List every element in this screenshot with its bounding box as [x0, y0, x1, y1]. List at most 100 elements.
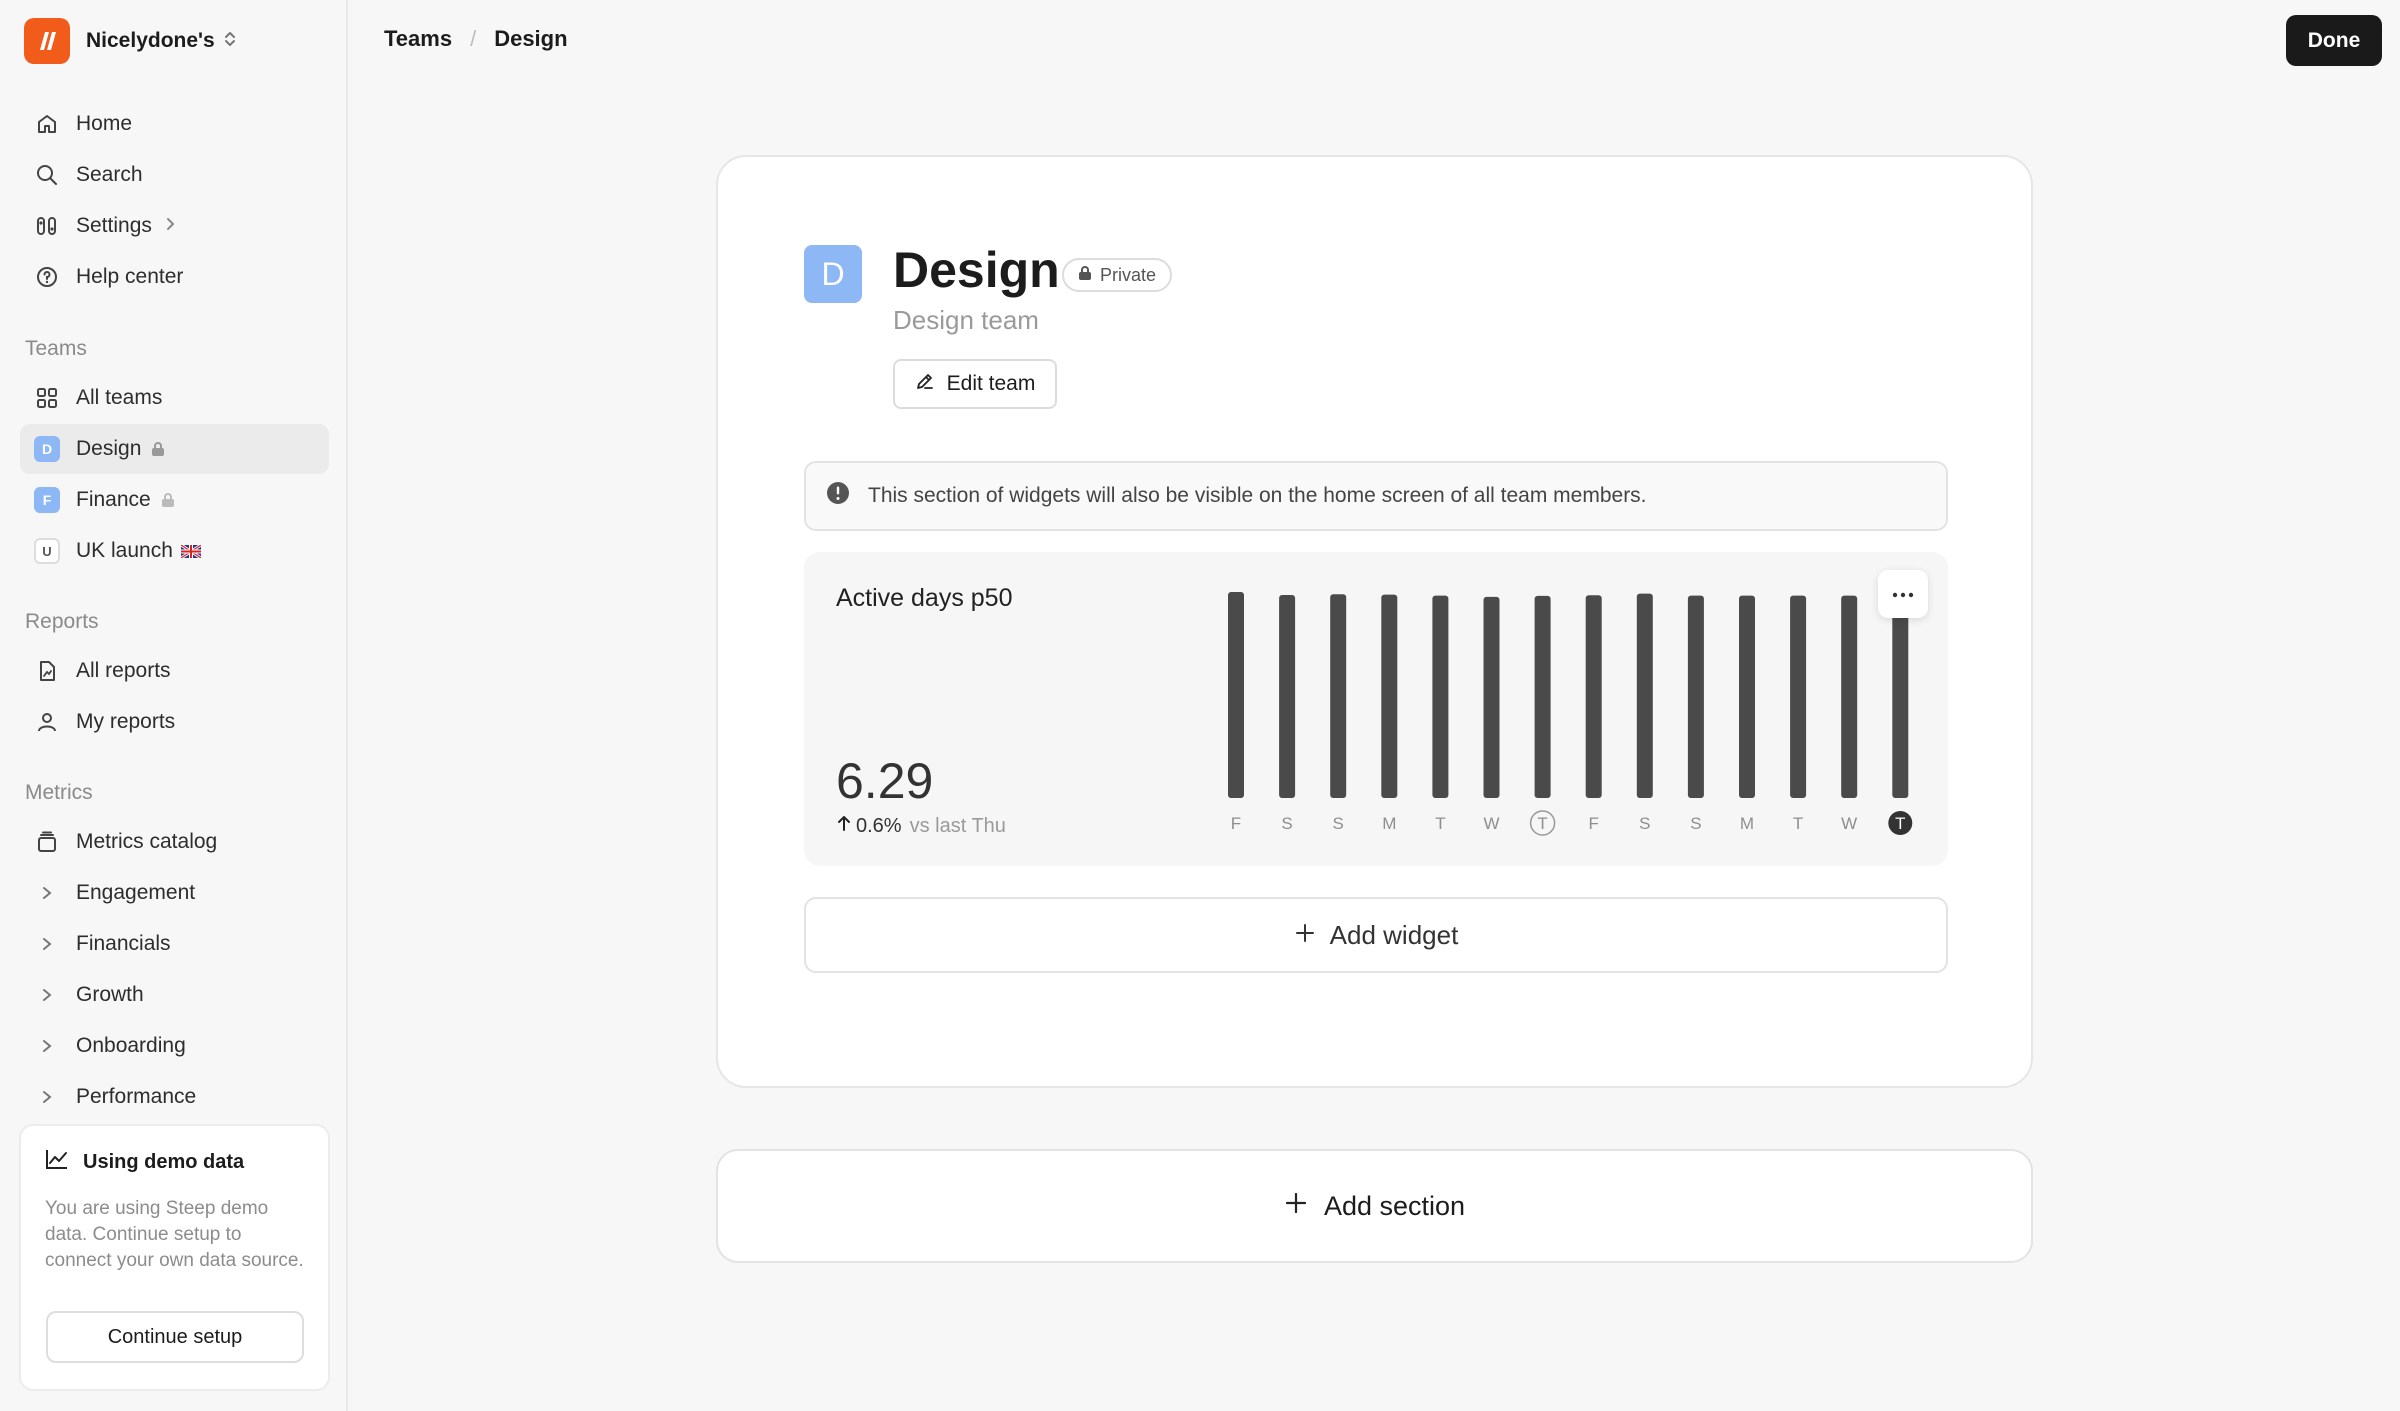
widget-title: Active days p50 [836, 584, 1013, 612]
metric-widget[interactable]: Active days p50 6.29 0.6% vs last Thu F S… [804, 552, 1948, 866]
demo-data-card: Using demo data You are using Steep demo… [19, 1124, 330, 1391]
chevron-right-icon [34, 1033, 60, 1059]
chart-x-tick-label: S [1639, 814, 1650, 833]
sidebar-item-growth[interactable]: Growth [20, 970, 329, 1020]
sidebar-item-label: Financials [76, 932, 171, 955]
user-icon [34, 709, 60, 735]
sidebar-item-label: Metrics catalog [76, 830, 218, 853]
demo-description: You are using Steep demo data. Continue … [45, 1198, 304, 1271]
widget-delta: 0.6% vs last Thu [836, 814, 1006, 838]
bar-chart: FSSMTWTFSSMTWT [1228, 592, 1913, 836]
add-section-button[interactable]: Add section [716, 1149, 2033, 1263]
sidebar-item-label: All reports [76, 659, 171, 682]
chevron-right-icon [34, 982, 60, 1008]
team-badge-container: D [34, 436, 60, 462]
nav-home-label: Home [76, 112, 133, 135]
chart-x-tick-label: T [1793, 814, 1803, 833]
plus-icon [1284, 1191, 1308, 1222]
lock-icon [1078, 265, 1092, 286]
sidebar-item-label: Engagement [76, 881, 196, 904]
nav-home[interactable]: Home [20, 99, 329, 149]
workspace-switcher[interactable]: Nicelydone's [24, 18, 237, 64]
sidebar-item-label: Design [76, 437, 142, 460]
chart-bar [1534, 595, 1551, 798]
breadcrumb-separator: / [470, 26, 477, 51]
chart-x-tick-label: S [1690, 814, 1701, 833]
nav-help-center[interactable]: Help center [20, 252, 329, 302]
team-description: Design team [893, 305, 1039, 335]
team-badge: U [34, 538, 60, 564]
chart-bar [1841, 595, 1858, 798]
chart-x-tick-label: F [1589, 814, 1599, 833]
chart-x-tick-label: F [1231, 814, 1241, 833]
sidebar-item-financials[interactable]: Financials [20, 919, 329, 969]
notice-text: This section of widgets will also be vis… [868, 484, 1647, 507]
edit-team-label: Edit team [946, 372, 1036, 395]
nav-settings[interactable]: Settings [20, 201, 329, 251]
breadcrumb: Teams / Design [384, 26, 568, 52]
team-section-card: D Design Private Design team Edit team T… [716, 155, 2033, 1088]
delta-suffix: vs last Thu [909, 814, 1006, 837]
report-file-icon [34, 658, 60, 684]
nav-search-label: Search [76, 163, 143, 186]
widget-more-button[interactable] [1878, 570, 1928, 618]
chart-x-tick-label: M [1382, 814, 1396, 833]
sidebar-item-metrics-catalog[interactable]: Metrics catalog [20, 817, 329, 867]
continue-setup-button[interactable]: Continue setup [46, 1311, 304, 1363]
home-icon [34, 111, 60, 137]
privacy-badge: Private [1062, 258, 1173, 292]
edit-team-button[interactable]: Edit team [893, 359, 1057, 409]
team-badge: F [34, 487, 60, 513]
team-avatar: D [804, 245, 862, 303]
sidebar-item-onboarding[interactable]: Onboarding [20, 1021, 329, 1071]
help-circle-icon [34, 264, 60, 290]
sidebar-item-finance[interactable]: F Finance [20, 475, 329, 525]
sidebar-item-label: Growth [76, 983, 144, 1006]
pencil-icon [915, 371, 935, 397]
lock-icon [151, 441, 165, 457]
reports-section-label: Reports [25, 610, 99, 633]
chevron-right-icon [34, 931, 60, 957]
sidebar-item-all-reports[interactable]: All reports [20, 646, 329, 696]
nav-help-label: Help center [76, 265, 184, 288]
chart-x-tick-label: W [1483, 814, 1499, 833]
chart-bar [1228, 592, 1244, 798]
more-horizontal-icon [1892, 585, 1914, 603]
chart-x-tick-label: S [1281, 814, 1292, 833]
sidebar-item-uk-launch[interactable]: U UK launch [20, 526, 329, 576]
privacy-label: Private [1100, 264, 1157, 285]
chart-x-tick-label: T [1895, 814, 1905, 833]
breadcrumb-current: Design [494, 26, 568, 51]
add-widget-button[interactable]: Add widget [804, 897, 1948, 973]
teams-section-label: Teams [25, 337, 87, 360]
sidebar-item-engagement[interactable]: Engagement [20, 868, 329, 918]
chart-x-tick-label: T [1537, 814, 1547, 833]
widget-value: 6.29 [836, 753, 934, 809]
nav-settings-label: Settings [76, 214, 152, 237]
nav-search[interactable]: Search [20, 150, 329, 200]
catalog-stack-icon [34, 829, 60, 855]
team-badge-container: U [34, 538, 60, 564]
team-badge-container: F [34, 487, 60, 513]
add-widget-label: Add widget [1329, 919, 1459, 950]
done-button[interactable]: Done [2286, 15, 2382, 66]
chart-bar [1279, 594, 1296, 798]
team-title: Design [893, 242, 1060, 298]
arrow-up-icon [836, 814, 852, 838]
line-chart-icon [45, 1148, 69, 1176]
chart-bar [1636, 593, 1653, 798]
chart-bar [1483, 596, 1500, 798]
sidebar-item-label: My reports [76, 710, 176, 733]
chart-x-tick-label: M [1740, 814, 1754, 833]
sidebar-item-all-teams[interactable]: All teams [20, 373, 329, 423]
uk-flag-icon [180, 544, 201, 558]
chevron-updown-icon [223, 29, 237, 54]
sidebar-item-label: Onboarding [76, 1034, 186, 1057]
sidebar-item-performance[interactable]: Performance [20, 1072, 329, 1122]
sidebar-item-my-reports[interactable]: My reports [20, 697, 329, 747]
sidebar-item-design[interactable]: D Design [20, 424, 329, 474]
team-badge: D [34, 436, 60, 462]
grid-icon [34, 385, 60, 411]
metrics-section-label: Metrics [25, 781, 93, 804]
breadcrumb-teams[interactable]: Teams [384, 26, 452, 52]
